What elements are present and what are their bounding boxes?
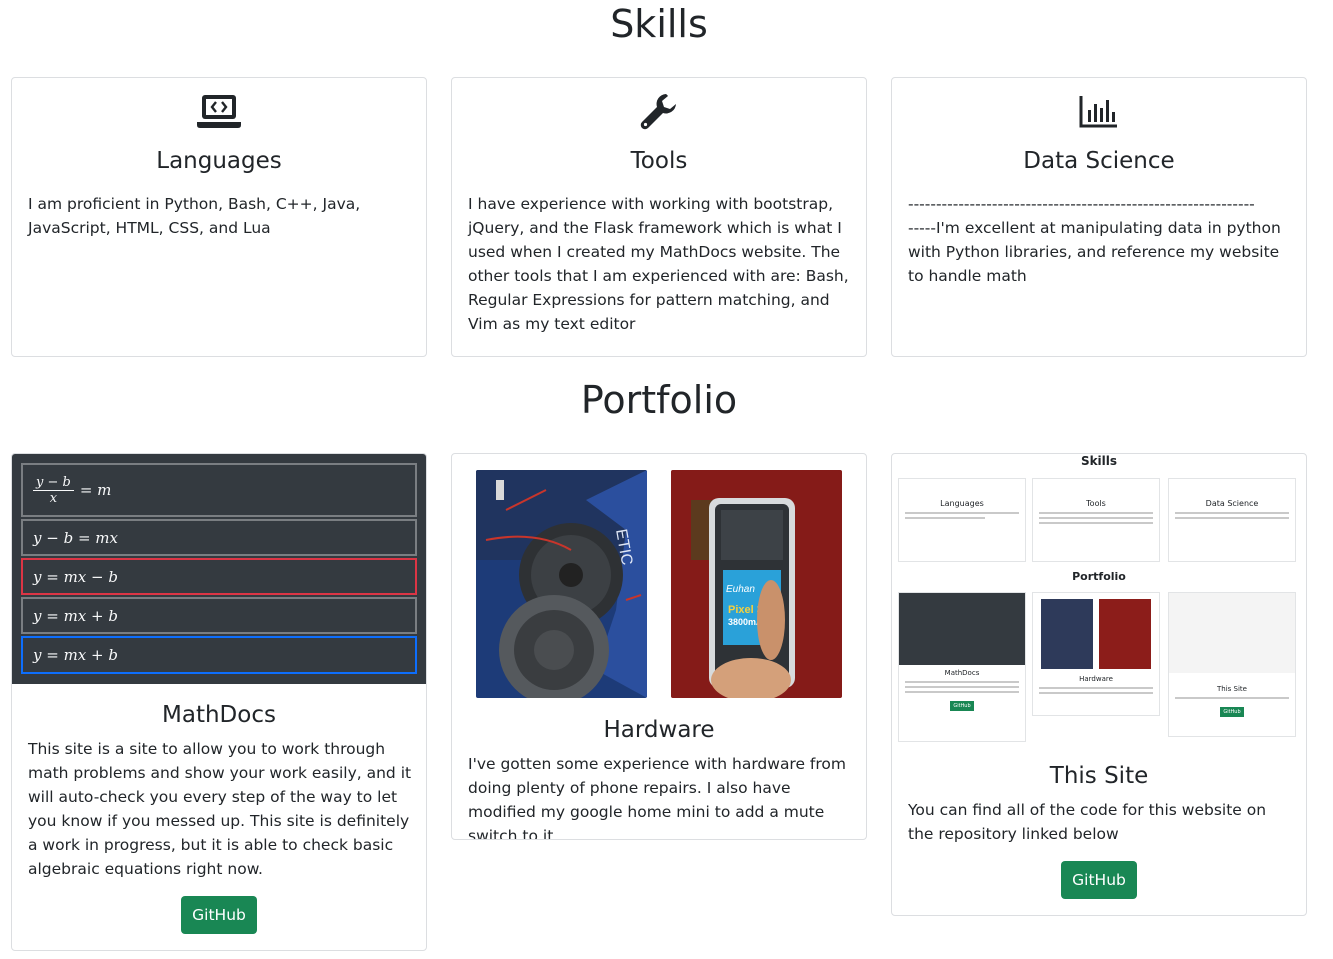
- skill-card-languages: Languages I am proficient in Python, Bas…: [11, 77, 427, 357]
- portfolio-card-title: Hardware: [603, 717, 715, 743]
- dash-divider: ----------------------------------------…: [908, 195, 1255, 213]
- skill-description: I have experience with working with boot…: [468, 195, 849, 333]
- portfolio-card-hardware: ETIC Euhan Pixel 3 3800mAh Hardware I've…: [451, 453, 867, 840]
- portfolio-card-title: MathDocs: [162, 702, 276, 728]
- portfolio-card-description: You can find all of the code for this we…: [908, 801, 1267, 843]
- mathdocs-screenshot: y − b x = m y − b = mx y = mx − b y = mx…: [12, 454, 426, 684]
- thumb-skill-title: Languages: [940, 499, 984, 508]
- thumb-github-button: GitHub: [1220, 707, 1244, 717]
- portfolio-card-description: This site is a site to allow you to work…: [28, 740, 412, 878]
- thumb-port-title: Hardware: [1079, 675, 1113, 683]
- thumb-port-title: MathDocs: [944, 669, 980, 677]
- wrench-icon: [452, 92, 866, 132]
- portfolio-heading: Portfolio: [580, 378, 738, 422]
- fraction-denominator: x: [49, 490, 58, 506]
- thumb-skill-title: Tools: [1086, 499, 1106, 508]
- portfolio-card-title: This Site: [1049, 763, 1149, 789]
- skill-title: Tools: [630, 148, 688, 174]
- skill-card-data-science: Data Science ---------------------------…: [891, 77, 1307, 357]
- thumb-port-title: This Site: [1217, 685, 1247, 693]
- speaker-repair-photo: ETIC: [476, 470, 647, 698]
- thumb-portfolio-card: This Site GitHub: [1168, 592, 1296, 737]
- skill-card-tools: Tools I have experience with working wit…: [451, 77, 867, 357]
- skill-description: ----------------------------------------…: [908, 192, 1293, 288]
- portfolio-card-mathdocs: y − b x = m y − b = mx y = mx − b y = mx…: [11, 453, 427, 951]
- skill-title: Languages: [156, 148, 282, 174]
- portfolio-card-description: I've gotten some experience with hardwar…: [468, 755, 847, 840]
- fraction-numerator: y − b: [33, 475, 74, 491]
- fraction-rhs: = m: [79, 481, 112, 499]
- equation-row: y = mx + b: [21, 597, 417, 634]
- thumb-skills-title: Skills: [1080, 454, 1118, 468]
- thumb-portfolio-title: Portfolio: [1072, 570, 1126, 583]
- skill-title: Data Science: [1023, 148, 1175, 174]
- skill-description: I am proficient in Python, Bash, C++, Ja…: [28, 195, 361, 237]
- thumb-skill-card: Tools: [1032, 478, 1160, 562]
- battery-brand: Euhan: [726, 584, 755, 595]
- skills-heading: Skills: [610, 2, 708, 46]
- thumb-github-button: GitHub: [950, 701, 974, 711]
- equation-fraction: y − b x = m: [21, 463, 417, 517]
- thumb-portfolio-card: MathDocs GitHub: [898, 592, 1026, 742]
- portfolio-card-this-site: Skills Languages Tools Data Science Port…: [891, 453, 1307, 916]
- site-thumbnail: Skills Languages Tools Data Science Port…: [896, 454, 1302, 744]
- laptop-code-icon: [12, 92, 426, 132]
- github-button[interactable]: GitHub: [181, 896, 257, 934]
- equation-row-error: y = mx − b: [21, 558, 417, 595]
- thumb-skill-card: Languages: [898, 478, 1026, 562]
- equation-row-active: y = mx + b: [21, 636, 417, 674]
- equation-row: y − b = mx: [21, 519, 417, 556]
- thumb-portfolio-card: Hardware: [1032, 592, 1160, 716]
- github-button[interactable]: GitHub: [1061, 861, 1137, 899]
- thumb-skill-card: Data Science: [1168, 478, 1296, 562]
- phone-battery-photo: Euhan Pixel 3 3800mAh: [671, 470, 842, 698]
- bar-chart-icon: [892, 92, 1306, 132]
- skill-description-text: -----I'm excellent at manipulating data …: [908, 219, 1281, 285]
- thumb-skill-title: Data Science: [1205, 499, 1259, 508]
